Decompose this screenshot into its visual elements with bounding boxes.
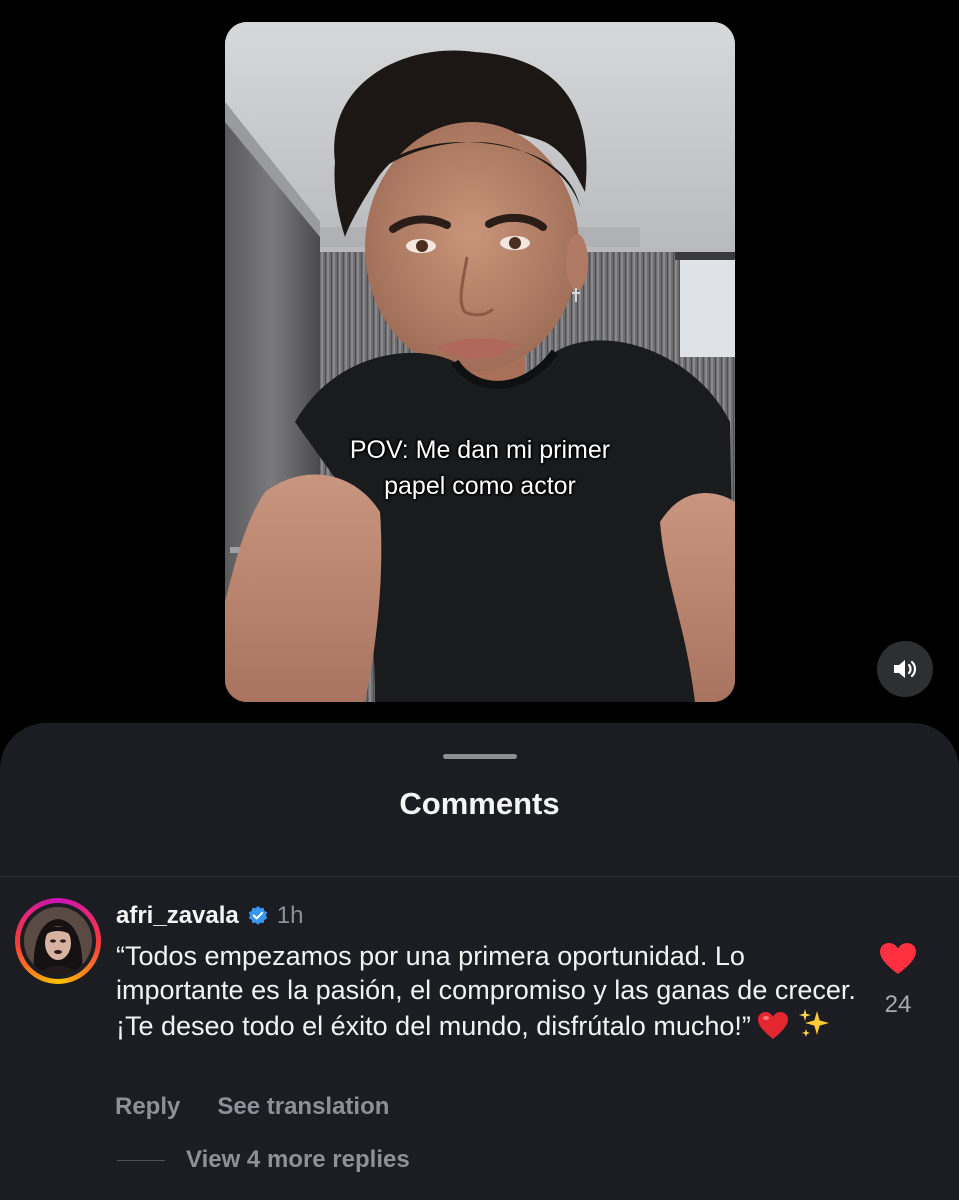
red-heart-emoji bbox=[757, 1012, 788, 1039]
sparkles-emoji bbox=[798, 1009, 829, 1037]
mute-button[interactable] bbox=[877, 641, 933, 697]
comment-timestamp: 1h bbox=[276, 902, 304, 929]
like-count: 24 bbox=[884, 991, 912, 1018]
comment-body: “Todos empezamos por una primera oportun… bbox=[116, 939, 856, 1043]
comment-text: “Todos empezamos por una primera oportun… bbox=[116, 941, 856, 1041]
video-frame-image bbox=[225, 22, 735, 702]
comment-actions: Reply See translation bbox=[115, 1093, 389, 1121]
view-more-replies-button[interactable]: View 4 more replies bbox=[186, 1146, 410, 1174]
comments-sheet: Comments afri_zavala 1h “Todos empezamos… bbox=[0, 723, 959, 1200]
verified-badge-icon bbox=[248, 906, 267, 925]
sheet-divider bbox=[0, 876, 959, 877]
reel-comments-screen: POV: Me dan mi primer papel como actor C… bbox=[0, 0, 959, 1200]
avatar-story-ring[interactable] bbox=[15, 898, 101, 984]
reel-video[interactable]: POV: Me dan mi primer papel como actor bbox=[225, 22, 735, 702]
comment-header: afri_zavala 1h bbox=[116, 900, 303, 932]
sheet-title: Comments bbox=[399, 786, 560, 821]
replies-divider-line bbox=[117, 1160, 165, 1161]
sheet-drag-handle[interactable] bbox=[443, 754, 517, 759]
reply-button[interactable]: Reply bbox=[115, 1093, 180, 1121]
see-translation-button[interactable]: See translation bbox=[217, 1093, 389, 1121]
heart-filled-icon[interactable] bbox=[879, 942, 917, 976]
avatar bbox=[24, 907, 92, 975]
video-caption: POV: Me dan mi primer papel como actor bbox=[349, 436, 611, 500]
comment-username[interactable]: afri_zavala bbox=[116, 902, 239, 930]
speaker-muted-icon bbox=[894, 660, 917, 678]
